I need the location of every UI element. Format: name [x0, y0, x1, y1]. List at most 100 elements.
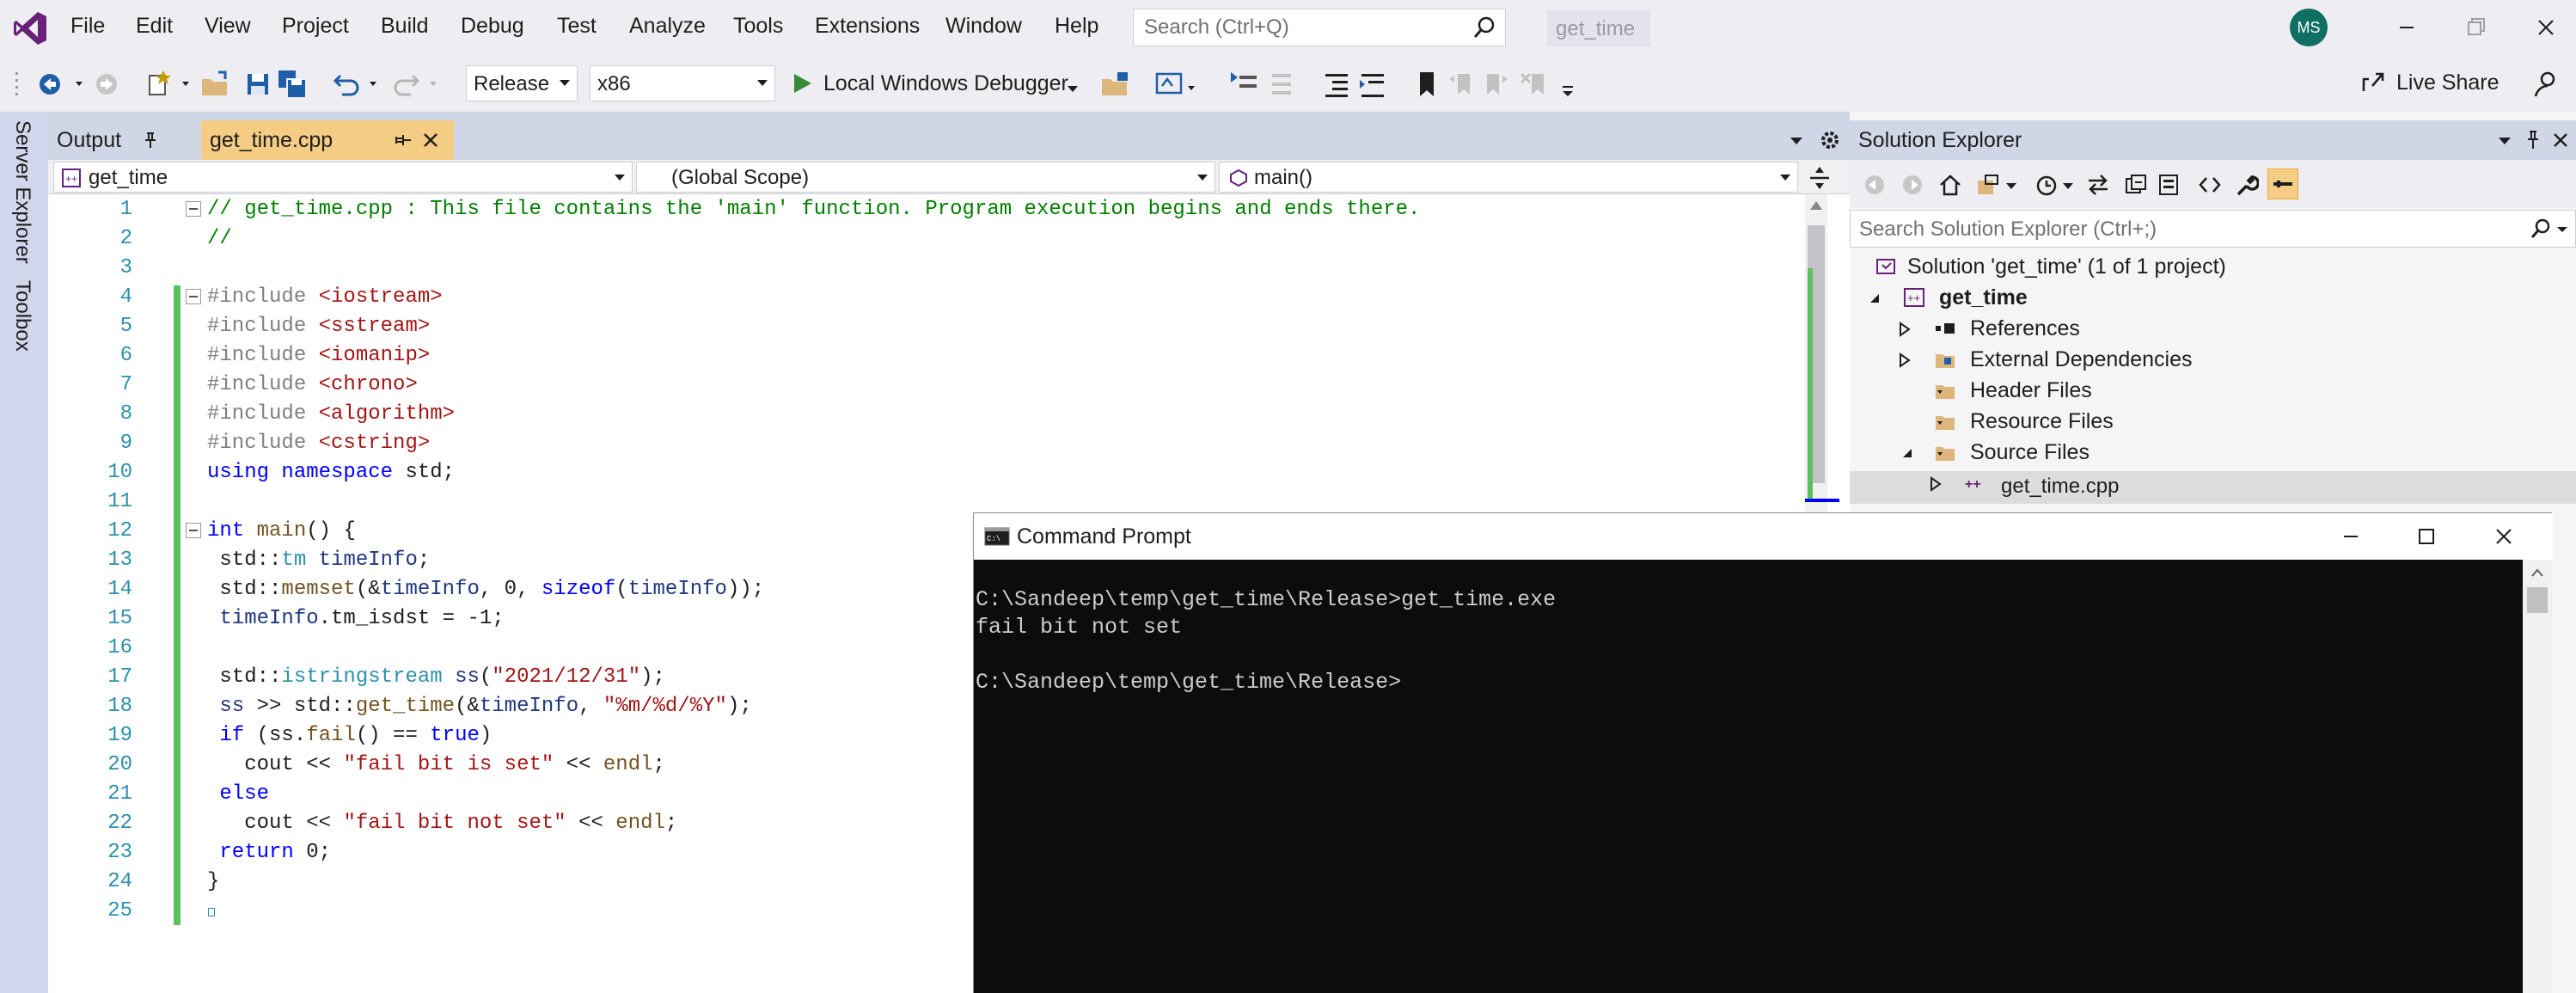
- attach-process-icon[interactable]: [1098, 67, 1133, 101]
- menu-analyze[interactable]: Analyze: [629, 14, 706, 39]
- restore-icon[interactable]: [2457, 10, 2494, 45]
- tab-output[interactable]: Output: [48, 120, 201, 160]
- settings-gear-icon[interactable]: [1817, 127, 1843, 153]
- step-into-icon[interactable]: [1227, 67, 1262, 101]
- panel-dropdown-icon[interactable]: [2496, 134, 2513, 148]
- console-output[interactable]: C:\Sandeep\temp\get_time\Release>get_tim…: [974, 560, 2523, 993]
- pending-changes-filter-icon[interactable]: [2034, 172, 2059, 198]
- menu-debug[interactable]: Debug: [461, 14, 524, 39]
- scroll-up-icon[interactable]: [2530, 567, 2545, 579]
- menu-view[interactable]: View: [205, 14, 251, 39]
- tree-item-get-time-cpp[interactable]: get_time.cpp: [2001, 475, 2119, 499]
- close-window-icon[interactable]: [2485, 522, 2523, 551]
- command-prompt-titlebar[interactable]: C:\ Command Prompt: [974, 513, 2553, 560]
- step-over-icon[interactable]: [1262, 67, 1296, 101]
- close-window-icon[interactable]: [2527, 10, 2565, 45]
- toolbox-tab[interactable]: Toolbox: [10, 280, 34, 352]
- next-bookmark-icon[interactable]: [1478, 67, 1513, 101]
- expanded-arrow-icon[interactable]: [1867, 291, 1882, 306]
- tree-item-solution[interactable]: Solution 'get_time' (1 of 1 project): [1907, 254, 2226, 279]
- search-options-dropdown-icon[interactable]: [2555, 218, 2569, 240]
- forward-icon[interactable]: [1900, 172, 1925, 198]
- tab-list-dropdown-icon[interactable]: [1788, 134, 1805, 148]
- undo-icon[interactable]: [330, 67, 364, 101]
- solution-explorer-search-input[interactable]: Search Solution Explorer (Ctrl+;): [1850, 210, 2576, 248]
- menu-extensions[interactable]: Extensions: [815, 14, 920, 39]
- clear-bookmarks-icon[interactable]: [1518, 67, 1552, 101]
- pin-icon[interactable]: [2524, 129, 2542, 151]
- increase-indent-icon[interactable]: [1355, 67, 1389, 101]
- previous-bookmark-icon[interactable]: [1444, 67, 1478, 101]
- split-window-icon[interactable]: [1807, 165, 1833, 191]
- tree-item-header-files[interactable]: Header Files: [1970, 378, 2092, 403]
- new-project-icon[interactable]: [143, 67, 177, 101]
- expanded-arrow-icon[interactable]: [1900, 445, 1915, 461]
- sync-with-active-document-icon[interactable]: [2085, 172, 2111, 198]
- collapse-region-icon[interactable]: [186, 523, 201, 538]
- open-file-icon[interactable]: [198, 67, 232, 101]
- collapsed-arrow-icon[interactable]: [1898, 352, 1912, 368]
- feedback-icon[interactable]: [2529, 67, 2563, 101]
- menu-help[interactable]: Help: [1055, 14, 1098, 39]
- menu-test[interactable]: Test: [557, 14, 597, 39]
- properties-wrench-icon[interactable]: [2233, 172, 2259, 198]
- app-insights-dropdown-icon[interactable]: [1183, 67, 1217, 101]
- collapse-region-icon[interactable]: [186, 289, 201, 304]
- home-icon[interactable]: [1937, 172, 1963, 198]
- toolbar-overflow-icon[interactable]: [1552, 67, 1587, 101]
- switch-views-icon[interactable]: [1975, 172, 2001, 198]
- solution-configuration-select[interactable]: Release: [466, 65, 578, 101]
- redo-icon[interactable]: [389, 67, 423, 101]
- tree-item-resource-files[interactable]: Resource Files: [1970, 409, 2114, 434]
- menu-window[interactable]: Window: [945, 14, 1022, 39]
- redo-dropdown-icon[interactable]: [425, 67, 459, 101]
- filter-dropdown-icon[interactable]: [2059, 172, 2077, 198]
- member-dropdown[interactable]: main(): [1219, 162, 1798, 193]
- tree-item-project[interactable]: get_time: [1939, 285, 2028, 310]
- menu-build[interactable]: Build: [381, 14, 429, 39]
- avatar[interactable]: MS: [2290, 9, 2328, 46]
- switch-views-dropdown-icon[interactable]: [2003, 172, 2020, 198]
- collapsed-arrow-icon[interactable]: [1898, 322, 1912, 337]
- save-all-icon[interactable]: [275, 67, 309, 101]
- close-tab-icon[interactable]: [421, 131, 440, 150]
- back-icon[interactable]: [1862, 172, 1888, 198]
- debugger-dropdown-icon[interactable]: [1068, 86, 1078, 92]
- menu-file[interactable]: File: [70, 14, 105, 39]
- pin-icon[interactable]: [394, 131, 413, 150]
- console-vertical-scrollbar[interactable]: [2523, 560, 2553, 993]
- scroll-up-icon[interactable]: [1808, 199, 1824, 211]
- tree-item-references[interactable]: References: [1970, 316, 2080, 341]
- search-input[interactable]: Search (Ctrl+Q): [1133, 9, 1506, 46]
- minimize-icon[interactable]: [2388, 10, 2426, 45]
- command-prompt-window[interactable]: C:\ Command Prompt C:\Sandeep\temp\get_t…: [973, 512, 2553, 993]
- bookmark-icon[interactable]: [1410, 67, 1444, 101]
- application-insights-icon[interactable]: [1152, 67, 1186, 101]
- collapse-all-icon[interactable]: [2123, 172, 2149, 198]
- save-icon[interactable]: [241, 67, 275, 101]
- show-all-files-icon[interactable]: [2156, 172, 2181, 198]
- console-scroll-thumb[interactable]: [2527, 587, 2548, 613]
- maximize-icon[interactable]: [2408, 522, 2445, 551]
- close-panel-icon[interactable]: [2551, 131, 2570, 150]
- project-dropdown[interactable]: ++ get_time: [53, 162, 633, 193]
- navigate-back-icon[interactable]: [33, 67, 67, 101]
- solution-platform-select[interactable]: x86: [590, 65, 775, 101]
- view-code-icon[interactable]: [2197, 172, 2223, 198]
- pin-icon[interactable]: [141, 131, 160, 150]
- minimize-icon[interactable]: [2332, 522, 2370, 551]
- server-explorer-tab[interactable]: Server Explorer: [10, 120, 34, 264]
- collapsed-arrow-icon[interactable]: [1929, 476, 1943, 492]
- collapse-region-icon[interactable]: [186, 201, 201, 217]
- visual-studio-logo-icon[interactable]: [12, 10, 48, 46]
- preview-selected-items-toggle[interactable]: [2267, 169, 2298, 199]
- tree-item-external-dependencies[interactable]: External Dependencies: [1970, 347, 2193, 372]
- tab-get-time-cpp[interactable]: get_time.cpp: [201, 120, 454, 160]
- scope-dropdown[interactable]: (Global Scope): [636, 162, 1215, 193]
- tree-item-source-files[interactable]: Source Files: [1970, 440, 2090, 465]
- menu-tools[interactable]: Tools: [733, 14, 783, 39]
- navigate-forward-icon[interactable]: [89, 67, 124, 101]
- decrease-indent-icon[interactable]: [1319, 67, 1353, 101]
- menu-project[interactable]: Project: [282, 14, 349, 39]
- menu-edit[interactable]: Edit: [136, 14, 173, 39]
